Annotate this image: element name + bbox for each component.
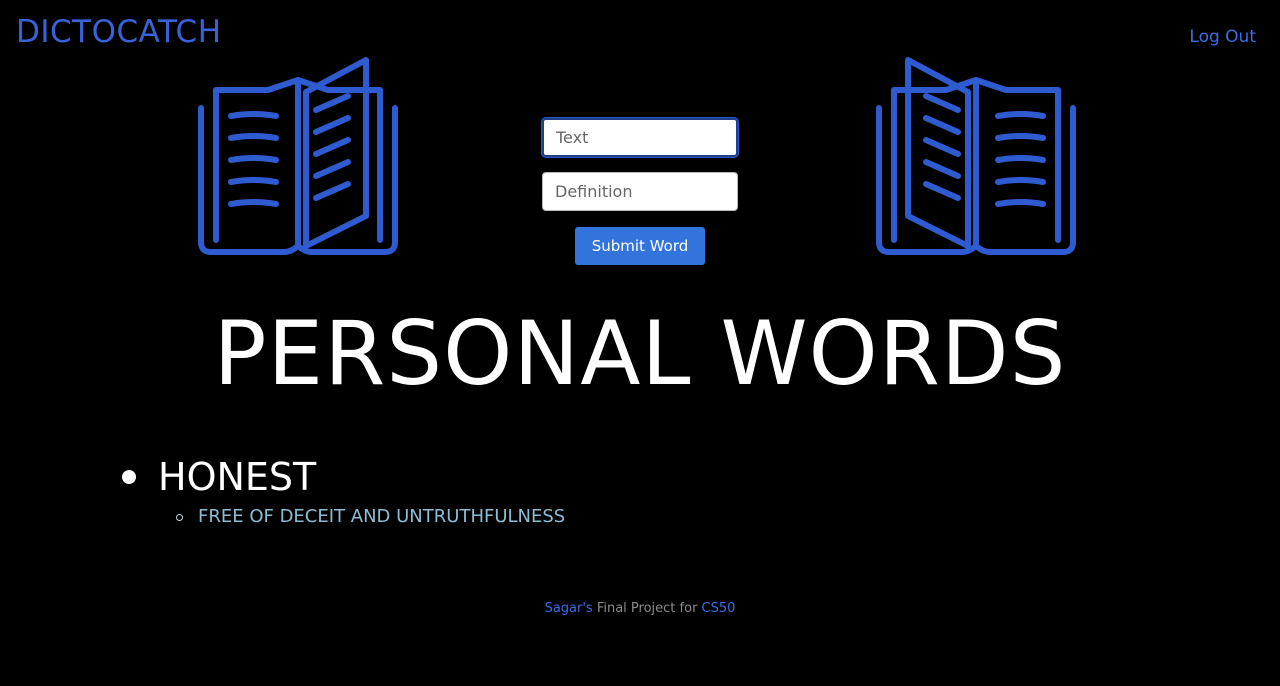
definition-list-item: FREE OF DECEIT AND UNTRUTHFULNESS <box>158 504 565 530</box>
definition-list: FREE OF DECEIT AND UNTRUTHFULNESS <box>158 504 565 530</box>
submit-word-button[interactable]: Submit Word <box>575 227 705 265</box>
page: DICTOCATCH Log Out Submit Word <box>0 0 1280 686</box>
brand-link[interactable]: DICTOCATCH <box>16 14 222 50</box>
text-input[interactable] <box>542 118 738 157</box>
definition-text: FREE OF DECEIT AND UNTRUTHFULNESS <box>198 506 566 527</box>
footer-text: Final Project for <box>592 601 702 616</box>
page-title: PERSONAL WORDS <box>213 302 1067 405</box>
logout-link[interactable]: Log Out <box>1189 27 1256 47</box>
course-link[interactable]: CS50 <box>702 601 736 616</box>
footer: Sagar's Final Project for CS50 <box>0 601 1280 616</box>
circle-bullet-icon <box>176 514 183 521</box>
word-list: HONEST FREE OF DECEIT AND UNTRUTHFULNESS <box>118 452 565 530</box>
definition-input[interactable] <box>542 172 738 211</box>
bullet-icon <box>122 470 136 484</box>
author-link[interactable]: Sagar's <box>545 601 593 616</box>
word-text: HONEST <box>158 455 317 499</box>
add-word-form: Submit Word <box>542 118 738 265</box>
open-book-icon <box>198 57 398 255</box>
open-book-icon <box>876 57 1076 255</box>
word-list-item: HONEST FREE OF DECEIT AND UNTRUTHFULNESS <box>118 452 565 530</box>
